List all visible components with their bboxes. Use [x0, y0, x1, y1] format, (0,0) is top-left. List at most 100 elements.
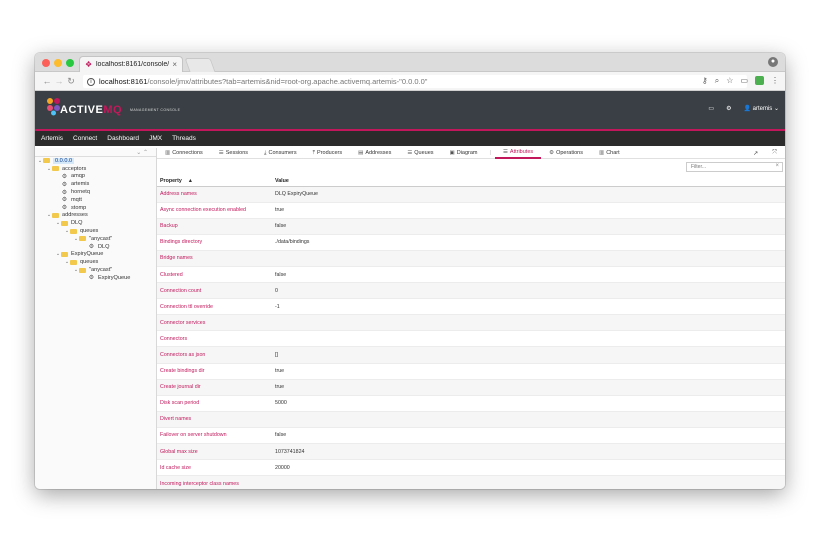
- profile-icon[interactable]: ●: [768, 57, 778, 67]
- tab-diagram[interactable]: ▣ Diagram: [442, 148, 486, 159]
- jmx-tabs: ▥ Connections ☰ Sessions ⤓ Consumers ⤒ Producer…: [157, 148, 785, 159]
- tab-queues[interactable]: ☰ Queues: [399, 148, 441, 159]
- fullscreen-icon[interactable]: ⤧: [772, 150, 777, 157]
- property-name[interactable]: Create bindings dir: [157, 363, 272, 380]
- new-tab-button[interactable]: [184, 58, 216, 72]
- table-row[interactable]: Connectors as json[]: [157, 346, 785, 364]
- tree-node[interactable]: ⚙ hornetq: [35, 188, 156, 196]
- tree-node[interactable]: ⚙ stomp: [35, 204, 156, 212]
- property-name[interactable]: Clustered: [157, 266, 272, 284]
- property-name[interactable]: Connection ttl override: [157, 298, 272, 316]
- tree-node[interactable]: ⚙ DLQ: [35, 243, 156, 251]
- minimize-window-button[interactable]: [54, 59, 62, 67]
- tree-node[interactable]: ⌄ queues: [35, 227, 156, 235]
- table-row[interactable]: Incoming interceptor class names: [157, 475, 785, 489]
- tree-node[interactable]: ⌄ acceptors: [35, 165, 156, 173]
- forward-icon[interactable]: →: [53, 76, 65, 86]
- folder-icon: [79, 267, 86, 273]
- info-icon[interactable]: i: [87, 77, 95, 86]
- table-row[interactable]: Connector services: [157, 314, 785, 332]
- property-name[interactable]: Bridge names: [157, 250, 272, 267]
- property-name[interactable]: Async connection execution enabled: [157, 202, 272, 219]
- key-icon[interactable]: ⚷: [702, 76, 708, 86]
- tree-node[interactable]: ⚙ mqtt: [35, 196, 156, 204]
- nav-item-artemis[interactable]: Artemis: [41, 135, 63, 142]
- tree-node[interactable]: ⌄ ExpiryQueue: [35, 251, 156, 259]
- nav-item-jmx[interactable]: JMX: [149, 135, 162, 142]
- table-row[interactable]: Divert names: [157, 411, 785, 428]
- table-row[interactable]: Create journal dir true: [157, 379, 785, 396]
- table-row[interactable]: Disk scan period 5000: [157, 395, 785, 412]
- tab-consumers[interactable]: ⤓ Consumers: [256, 148, 305, 159]
- tab-chart[interactable]: ▥ Chart: [591, 148, 628, 159]
- property-name[interactable]: Global max size: [157, 443, 272, 461]
- tree-node[interactable]: ⚙ amqp: [35, 173, 156, 181]
- user-menu[interactable]: 👤 artemis ⌄: [743, 105, 779, 112]
- nav-item-connect[interactable]: Connect: [73, 135, 97, 142]
- tree-node[interactable]: ⌄ addresses: [35, 212, 156, 220]
- tree-node[interactable]: ⌄ queues: [35, 258, 156, 266]
- clear-filter-icon[interactable]: ×: [775, 163, 779, 169]
- filter-input[interactable]: [686, 162, 783, 172]
- property-name[interactable]: Connectors as json: [157, 346, 272, 364]
- property-name[interactable]: Connection count: [157, 282, 272, 300]
- property-column-header[interactable]: Property ▲: [157, 177, 272, 187]
- property-name[interactable]: Address names: [157, 186, 272, 203]
- table-row[interactable]: Id cache size 20000: [157, 459, 785, 477]
- browser-tab[interactable]: ❖ localhost:8161/console/jmx/at ×: [79, 56, 183, 72]
- property-name[interactable]: Divert names: [157, 411, 272, 428]
- table-row[interactable]: Connection ttl override -1: [157, 298, 785, 316]
- extension-icon[interactable]: [755, 76, 764, 85]
- tab-attributes[interactable]: ☰ Attributes: [494, 148, 542, 159]
- table-row[interactable]: Async connection execution enabled true: [157, 202, 785, 219]
- tab-connections[interactable]: ▥ Connections: [157, 148, 211, 159]
- url-field[interactable]: i localhost:8161 /console/jmx/attributes…: [83, 75, 747, 88]
- share-icon[interactable]: ↗: [753, 150, 758, 157]
- table-row[interactable]: Connection count 0: [157, 282, 785, 300]
- table-row[interactable]: Bindings directory ./data/bindings: [157, 234, 785, 251]
- tree-node[interactable]: ⌄ "anycast": [35, 235, 156, 243]
- back-icon[interactable]: ←: [41, 76, 53, 86]
- property-name[interactable]: Connectors: [157, 330, 272, 348]
- property-name[interactable]: Disk scan period: [157, 395, 272, 412]
- table-row[interactable]: Clustered false: [157, 266, 785, 284]
- reload-icon[interactable]: ↻: [65, 76, 77, 87]
- menu-icon[interactable]: ⋮: [771, 76, 779, 86]
- property-name[interactable]: Backup: [157, 218, 272, 235]
- tab-sessions[interactable]: ☰ Sessions: [211, 148, 256, 159]
- tree-node[interactable]: ⌄ 0.0.0.0: [35, 157, 156, 165]
- table-row[interactable]: Global max size 1073741824: [157, 443, 785, 461]
- close-window-button[interactable]: [42, 59, 50, 67]
- property-name[interactable]: Bindings directory: [157, 234, 272, 251]
- tab-addresses[interactable]: ▤ Addresses: [350, 148, 399, 159]
- property-name[interactable]: Failover on server shutdown: [157, 427, 272, 445]
- app-logo-text[interactable]: ACTIVEMQ: [60, 104, 122, 116]
- table-row[interactable]: Bridge names: [157, 250, 785, 267]
- monitor-icon[interactable]: ▭: [708, 105, 714, 112]
- tree-node[interactable]: ⌄ "anycast": [35, 266, 156, 274]
- table-row[interactable]: Address names DLQ ExpiryQueue: [157, 186, 785, 203]
- nav-item-dashboard[interactable]: Dashboard: [107, 135, 139, 142]
- tab-operations[interactable]: ⚙ Operations: [541, 148, 591, 159]
- tree-node[interactable]: ⚙ ExpiryQueue: [35, 274, 156, 282]
- table-row[interactable]: Connectors: [157, 330, 785, 348]
- maximize-window-button[interactable]: [66, 59, 74, 67]
- tree-node[interactable]: ⌄ DLQ: [35, 219, 156, 227]
- cast-icon[interactable]: ▭: [740, 76, 748, 86]
- property-name[interactable]: Incoming interceptor class names: [157, 475, 272, 489]
- table-row[interactable]: Backup false: [157, 218, 785, 235]
- close-tab-icon[interactable]: ×: [172, 60, 177, 69]
- property-name[interactable]: Create journal dir: [157, 379, 272, 396]
- property-name[interactable]: Id cache size: [157, 459, 272, 477]
- settings-icon[interactable]: ⚙: [726, 105, 731, 112]
- star-icon[interactable]: ☆: [726, 76, 733, 86]
- nav-item-threads[interactable]: Threads: [172, 135, 196, 142]
- table-row[interactable]: Create bindings dir true: [157, 363, 785, 380]
- tree-node[interactable]: ⚙ artemis: [35, 180, 156, 188]
- collapse-expand-icon[interactable]: ⌄ ⌃: [136, 149, 148, 156]
- value-column-header[interactable]: Value: [272, 177, 785, 187]
- table-row[interactable]: Failover on server shutdown false: [157, 427, 785, 445]
- zoom-icon[interactable]: ⌕: [715, 76, 719, 86]
- property-name[interactable]: Connector services: [157, 314, 272, 332]
- tab-producers[interactable]: ⤒ Producers: [305, 148, 351, 159]
